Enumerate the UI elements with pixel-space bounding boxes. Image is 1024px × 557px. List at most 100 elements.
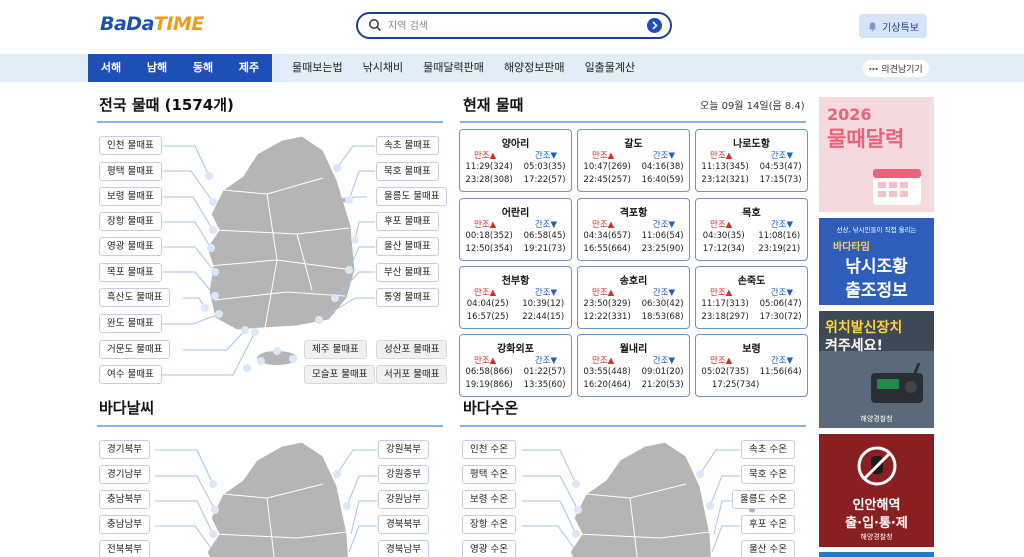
tide-label-tongyeong[interactable]: 통영 물때표 bbox=[376, 288, 439, 307]
tab-jeju[interactable]: 제주 bbox=[226, 54, 272, 82]
logo[interactable]: BaDaTIME bbox=[100, 13, 204, 35]
nav-links: 물때보는법 낚시채비 물때달력판매 해양정보판매 일출물계산 bbox=[282, 54, 645, 82]
feedback-button[interactable]: 의견남기기 bbox=[863, 60, 929, 77]
tide-label-wando[interactable]: 완도 물때표 bbox=[99, 314, 162, 333]
water-temp-title: 바다수온 bbox=[463, 399, 519, 417]
tide-card[interactable]: 목호 만조▲ 간조▼ 04:30(35) 11:08(16) 17:12(34) 2… bbox=[695, 198, 808, 261]
tide-label-busan[interactable]: 부산 물때표 bbox=[376, 263, 439, 282]
tide-label-pyeongtaek[interactable]: 평택 물때표 bbox=[99, 162, 162, 181]
tide-card[interactable]: 격포항 만조▲ 간조▼ 04:34(657) 11:06(54) 16:55(66… bbox=[577, 198, 690, 261]
tide-label-moseulpo[interactable]: 모슬포 물때표 bbox=[304, 365, 376, 384]
ad2-main-line2: 출조정보 bbox=[845, 281, 908, 301]
station-name: 강화외포 bbox=[497, 344, 534, 355]
tide-time: 03:55(448) bbox=[583, 367, 631, 377]
station-name: 양아리 bbox=[501, 139, 530, 150]
tide-label-mukho[interactable]: 묵호 물때표 bbox=[376, 162, 439, 181]
tab-south-sea[interactable]: 남해 bbox=[134, 54, 180, 82]
ad-fishing-report[interactable]: 선상, 낚시인들이 직접 올리는 바다타임 낚시조황 출조정보 bbox=[819, 218, 934, 305]
weather-label-gyeongbuk-south[interactable]: 경북남부 bbox=[378, 540, 429, 557]
tide-time: 04:34(657) bbox=[583, 231, 631, 241]
ad-restricted-waters[interactable]: 인안해역 출·입·통·제 해양경찰청 bbox=[819, 434, 934, 547]
tide-label-jeju[interactable]: 제주 물때표 bbox=[304, 340, 367, 359]
ad-partial-bottom[interactable] bbox=[819, 552, 934, 557]
ad2-brand: 바다타임 bbox=[833, 242, 870, 253]
tide-label-ulleungdo[interactable]: 울릉도 물때표 bbox=[376, 187, 448, 206]
weather-alert-button[interactable]: 기상특보 bbox=[859, 14, 927, 38]
radio-device-icon bbox=[871, 363, 923, 403]
temp-label-pyeongtaek[interactable]: 평택 수온 bbox=[462, 465, 516, 484]
tide-time: 16:20(464) bbox=[583, 380, 631, 390]
tide-card[interactable]: 나로도항 만조▲ 간조▼ 11:13(345) 04:53(47) 23:12(3… bbox=[695, 129, 808, 192]
tide-time: 11:06(54) bbox=[641, 231, 684, 241]
nav-link-calendar-sale[interactable]: 물때달력판매 bbox=[413, 54, 494, 82]
calendar-icon bbox=[873, 169, 921, 205]
tide-label-janghang[interactable]: 장항 물때표 bbox=[99, 212, 162, 231]
tab-west-sea[interactable]: 서해 bbox=[88, 54, 134, 82]
weather-label-chungnam-north[interactable]: 충남북부 bbox=[99, 490, 150, 509]
temp-label-janghang[interactable]: 장항 수온 bbox=[462, 515, 516, 534]
tide-card[interactable]: 월내리 만조▲ 간조▼ 03:55(448) 09:01(20) 16:20(46… bbox=[577, 334, 690, 397]
weather-label-gangwon-south[interactable]: 강원남부 bbox=[378, 490, 429, 509]
tide-card[interactable]: 손죽도 만조▲ 간조▼ 11:17(313) 05:06(47) 23:18(29… bbox=[695, 266, 808, 329]
tide-label-geomundo[interactable]: 거문도 물때표 bbox=[99, 340, 171, 359]
stop-hand-icon bbox=[857, 446, 897, 486]
temp-label-incheon[interactable]: 인천 수온 bbox=[462, 440, 516, 459]
tide-card[interactable]: 갈도 만조▲ 간조▼ 10:47(269) 04:16(38) 22:45(257… bbox=[577, 129, 690, 192]
tab-east-sea[interactable]: 동해 bbox=[180, 54, 226, 82]
weather-label-gangwon-central[interactable]: 강원중부 bbox=[378, 465, 429, 484]
tide-label-yeonggwang[interactable]: 영광 물때표 bbox=[99, 237, 162, 256]
tide-card[interactable]: 보령 만조▲ 간조▼ 05:02(735) 11:56(64) 17:25(734… bbox=[695, 334, 808, 397]
weather-label-gyeonggi-south[interactable]: 경기남부 bbox=[99, 465, 150, 484]
tide-time: 17:30(72) bbox=[759, 312, 802, 322]
tide-label-sokcho[interactable]: 속초 물때표 bbox=[376, 136, 439, 155]
sea-weather-board: 경기북부 경기남부 충남북부 충남남부 전북북부 강원북부 강원중부 강원남부 … bbox=[97, 434, 447, 557]
temp-label-sokcho[interactable]: 속초 수온 bbox=[741, 440, 795, 459]
high-tide-label: 만조▲ bbox=[592, 356, 615, 366]
tide-label-mokpo[interactable]: 목포 물때표 bbox=[99, 263, 162, 282]
nav-link-how-to-read[interactable]: 물때보는법 bbox=[282, 54, 353, 82]
tide-card[interactable]: 송호리 만조▲ 간조▼ 23:50(329) 06:30(42) 12:22(33… bbox=[577, 266, 690, 329]
weather-label-gangwon-north[interactable]: 강원북부 bbox=[378, 440, 429, 459]
tide-card[interactable]: 천부항 만조▲ 간조▼ 04:04(25) 10:39(12) 16:57(25)… bbox=[459, 266, 572, 329]
tide-label-heuksando[interactable]: 흑산도 물때표 bbox=[99, 288, 171, 307]
search-input[interactable] bbox=[388, 17, 638, 35]
station-name: 갈도 bbox=[624, 139, 643, 150]
search-submit-button[interactable] bbox=[647, 18, 662, 33]
tide-card[interactable]: 양아리 만조▲ 간조▼ 11:29(324) 05:03(35) 23:28(30… bbox=[459, 129, 572, 192]
tide-card[interactable]: 어란리 만조▲ 간조▼ 00:18(352) 06:58(45) 12:50(35… bbox=[459, 198, 572, 261]
tide-time: 23:28(308) bbox=[465, 175, 513, 185]
ad-tide-calendar[interactable]: 2026 물때달력 bbox=[819, 97, 934, 212]
tide-label-incheon[interactable]: 인천 물때표 bbox=[99, 136, 162, 155]
nav-link-marine-info-sale[interactable]: 해양정보판매 bbox=[494, 54, 575, 82]
high-tide-label: 만조▲ bbox=[474, 356, 497, 366]
tide-label-seogwipo[interactable]: 서귀포 물때표 bbox=[376, 365, 448, 384]
temp-label-ulleungdo[interactable]: 울릉도 수온 bbox=[732, 490, 795, 509]
tide-label-hupo[interactable]: 후포 물때표 bbox=[376, 212, 439, 231]
tide-label-yeosu[interactable]: 여수 물때표 bbox=[99, 365, 162, 384]
tide-label-seongsanpo[interactable]: 성산포 물때표 bbox=[376, 340, 448, 359]
tide-card[interactable]: 강화외포 만조▲ 간조▼ 06:58(866) 01:22(57) 19:19(8… bbox=[459, 334, 572, 397]
weather-label-jeonbuk-north[interactable]: 전북북부 bbox=[99, 540, 150, 557]
ad1-title: 물때달력 bbox=[827, 127, 905, 151]
temp-label-ulsan[interactable]: 울산 수온 bbox=[741, 540, 795, 557]
temp-label-boryeong[interactable]: 보령 수온 bbox=[462, 490, 516, 509]
weather-label-gyeongbuk-north[interactable]: 경북북부 bbox=[378, 515, 429, 534]
current-tide-divider bbox=[460, 121, 806, 123]
tide-time: 00:18(352) bbox=[465, 231, 513, 241]
ad-location-beacon[interactable]: 위치발신장치 켜주세요! 해양경찰청 bbox=[819, 311, 934, 428]
nav-link-sunrise-calc[interactable]: 일출물계산 bbox=[575, 54, 646, 82]
tide-label-boryeong[interactable]: 보령 물때표 bbox=[99, 187, 162, 206]
tide-label-ulsan[interactable]: 울산 물때표 bbox=[376, 237, 439, 256]
weather-label-chungnam-south[interactable]: 충남남부 bbox=[99, 515, 150, 534]
temp-label-mukho[interactable]: 묵호 수온 bbox=[741, 465, 795, 484]
tide-time: 04:53(47) bbox=[759, 162, 802, 172]
tide-time: 17:15(73) bbox=[759, 175, 802, 185]
temp-label-yeonggwang[interactable]: 영광 수온 bbox=[462, 540, 516, 557]
nav-link-fishing-gear[interactable]: 낚시채비 bbox=[353, 54, 413, 82]
water-temp-divider bbox=[460, 425, 806, 427]
temp-label-hupo[interactable]: 후포 수온 bbox=[741, 515, 795, 534]
station-name: 목호 bbox=[742, 208, 761, 219]
ad2-top-text: 선상, 낚시인들이 직접 올리는 bbox=[836, 226, 917, 234]
weather-label-gyeonggi-north[interactable]: 경기북부 bbox=[99, 440, 150, 459]
top-header: BaDaTIME 기상특보 bbox=[0, 0, 1024, 54]
